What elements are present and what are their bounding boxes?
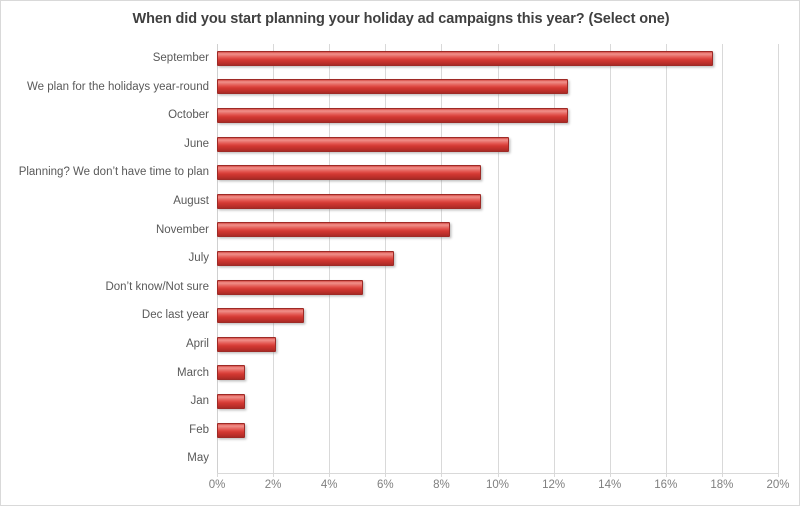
bar[interactable] [217, 136, 509, 152]
bar-wrapper [217, 136, 509, 152]
chart-row: November [156, 216, 778, 245]
bar[interactable] [217, 193, 481, 209]
bar-wrapper [217, 107, 568, 123]
category-label: We plan for the holidays year-round [27, 80, 209, 93]
x-tick-label: 14% [598, 479, 622, 491]
bar-wrapper [217, 336, 276, 352]
chart-row: September [153, 44, 778, 73]
bar[interactable] [217, 107, 568, 123]
x-tick-mark [441, 473, 443, 477]
bar-wrapper [217, 193, 481, 209]
bar-wrapper [217, 50, 714, 66]
category-label: April [185, 338, 209, 350]
bar-wrapper [217, 165, 481, 181]
x-tick-label: 12% [542, 479, 566, 491]
x-tick-mark [553, 473, 555, 477]
bar-wrapper [217, 222, 450, 238]
bar[interactable] [217, 79, 568, 95]
chart-row: Don’t know/Not sure [105, 273, 778, 302]
x-tick-mark [217, 473, 218, 477]
x-tick-mark [273, 473, 275, 477]
category-label: July [188, 252, 209, 265]
category-label: Feb [189, 423, 209, 436]
gridline-20 [778, 44, 779, 473]
bar-wrapper [217, 250, 394, 266]
bar[interactable] [217, 279, 363, 295]
bar[interactable] [217, 50, 714, 66]
bar[interactable] [217, 393, 246, 409]
category-label: Don’t know/Not sure [105, 280, 209, 293]
x-tick-label: 20% [766, 479, 790, 491]
x-tick-label: 10% [485, 479, 510, 491]
chart-title: When did you start planning your holiday… [132, 11, 670, 27]
bar[interactable] [217, 222, 450, 238]
x-tick-label: 18% [710, 479, 734, 491]
chart-row: August [173, 187, 778, 216]
x-tick-label: 0% [208, 479, 226, 491]
bar-wrapper [217, 365, 246, 381]
x-tick-mark [721, 473, 723, 477]
chart-row: July [189, 244, 778, 273]
bar[interactable] [217, 308, 304, 324]
bar-wrapper [217, 279, 363, 295]
chart-row: Planning? We don’t have time to plan [19, 158, 778, 187]
plot-area: September We plan for the holidays year-r… [19, 44, 779, 473]
category-label: June [184, 137, 209, 150]
bar[interactable] [217, 336, 276, 352]
x-tick-mark [329, 473, 331, 477]
category-label: March [177, 366, 209, 379]
x-tick-label: 2% [264, 479, 282, 491]
bar-wrapper [217, 79, 568, 95]
chart-row: Jan [190, 387, 778, 416]
chart-row: Feb [189, 416, 778, 445]
chart-row: March [177, 359, 778, 388]
chart-row: We plan for the holidays year-round [27, 73, 778, 102]
x-tick-label: 8% [433, 479, 450, 491]
chart-row: Dec last year [142, 301, 778, 330]
x-tick-mark [497, 473, 499, 477]
bar-wrapper [217, 308, 304, 324]
category-label: Planning? We don’t have time to plan [18, 166, 209, 179]
category-label: October [168, 109, 209, 122]
bar[interactable] [217, 365, 246, 381]
chart-row: June [184, 130, 778, 159]
category-label: Jan [190, 395, 209, 408]
bar[interactable] [217, 165, 481, 181]
chart-row: October [168, 101, 778, 130]
category-label: Dec last year [141, 309, 209, 322]
chart-container: When did you start planning your holiday… [0, 0, 800, 506]
x-tick-label: 6% [376, 479, 394, 491]
x-tick-mark [609, 473, 611, 477]
category-label: November [155, 223, 209, 236]
category-label: September [152, 52, 209, 64]
category-label: August [173, 195, 209, 207]
x-tick-mark [385, 473, 387, 477]
x-tick-mark [778, 473, 779, 477]
bar[interactable] [217, 422, 246, 438]
chart-row: April [186, 330, 778, 359]
bar-wrapper [217, 393, 246, 409]
x-tick-label: 16% [654, 479, 678, 491]
x-tick-mark [665, 473, 667, 477]
bar[interactable] [217, 250, 394, 266]
chart-row: May [187, 444, 778, 473]
category-label: May [187, 452, 209, 465]
bar-wrapper [217, 422, 246, 438]
x-tick-label: 4% [320, 479, 338, 491]
